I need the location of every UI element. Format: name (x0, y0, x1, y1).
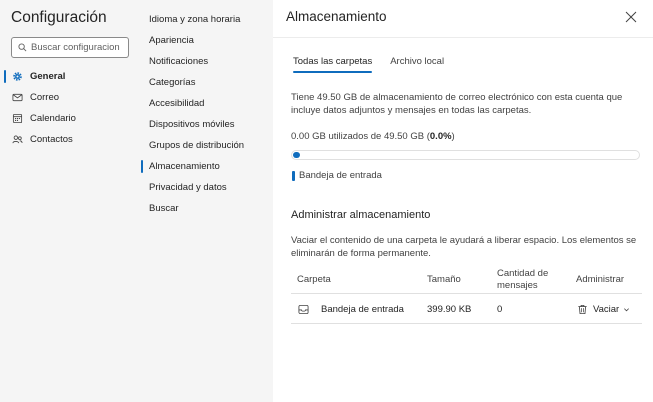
table-row: Bandeja de entrada 399.90 KB 0 Vaciar (291, 294, 642, 324)
subnav-item-almacenamiento[interactable]: Almacenamiento (136, 156, 273, 177)
subnav-item-categorias[interactable]: Categorías (136, 72, 273, 93)
settings-nav: General Correo Calendario Contactos (0, 66, 136, 150)
settings-title: Configuración (11, 9, 107, 26)
search-box[interactable] (11, 37, 129, 58)
search-input[interactable] (31, 42, 126, 53)
chevron-down-icon (624, 307, 630, 311)
storage-description: Tiene 49.50 GB de almacenamiento de corr… (291, 92, 623, 116)
header-folder: Carpeta (297, 274, 331, 285)
usage-prefix: 0.00 GB utilizados de 49.50 GB ( (291, 131, 430, 142)
legend-label: Bandeja de entrada (299, 170, 382, 181)
empty-folder-label: Vaciar (593, 303, 620, 315)
settings-subnav: Idioma y zona horaria Apariencia Notific… (136, 0, 273, 402)
search-icon (18, 43, 27, 52)
storage-tabs: Todas las carpetas Archivo local (293, 56, 462, 73)
empty-folder-button[interactable]: Vaciar (577, 294, 630, 324)
tab-archivo-local[interactable]: Archivo local (390, 56, 444, 72)
usage-text: 0.00 GB utilizados de 49.50 GB (0.0%) (291, 131, 455, 142)
header-count: Cantidad de mensajes (497, 268, 549, 291)
usage-suffix: ) (451, 131, 455, 142)
folder-count: 0 (497, 303, 503, 315)
nav-item-contactos[interactable]: Contactos (0, 129, 136, 150)
close-icon (625, 11, 637, 23)
manage-storage-title: Administrar almacenamiento (291, 209, 431, 221)
folder-icon-cell (298, 294, 309, 324)
inbox-icon (298, 304, 309, 314)
table-header: Carpeta Tamaño Cantidad de mensajes Admi… (291, 266, 642, 294)
usage-progress-bar (291, 150, 640, 160)
trash-icon (578, 304, 587, 314)
nav-item-label: Contactos (30, 134, 73, 145)
subnav-item-idioma[interactable]: Idioma y zona horaria (136, 9, 273, 30)
nav-item-label: Correo (30, 92, 60, 103)
header-size: Tamaño (427, 274, 461, 285)
usage-progress-fill (293, 152, 300, 158)
tab-todas-las-carpetas[interactable]: Todas las carpetas (293, 56, 373, 73)
subnav-item-accesibilidad[interactable]: Accesibilidad (136, 93, 273, 114)
usage-legend: Bandeja de entrada (292, 170, 382, 181)
folders-table: Carpeta Tamaño Cantidad de mensajes Admi… (291, 266, 642, 324)
mail-icon (12, 93, 23, 102)
subnav-item-privacidad[interactable]: Privacidad y datos (136, 177, 273, 198)
nav-item-general[interactable]: General (0, 66, 136, 87)
storage-panel: Almacenamiento Todas las carpetas Archiv… (273, 0, 653, 402)
subnav-item-buscar[interactable]: Buscar (136, 198, 273, 219)
page-title: Almacenamiento (286, 9, 387, 24)
header-manage: Administrar (576, 274, 625, 285)
close-button[interactable] (623, 9, 639, 25)
subnav-item-grupos[interactable]: Grupos de distribución (136, 135, 273, 156)
nav-item-label: General (30, 71, 66, 82)
usage-percent: 0.0% (429, 131, 452, 142)
settings-sidebar: Configuración General Correo Calendario … (0, 0, 136, 402)
legend-swatch (292, 170, 295, 181)
manage-storage-description: Vaciar el contenido de una carpeta le ay… (291, 235, 637, 259)
nav-item-calendario[interactable]: Calendario (0, 108, 136, 129)
header-divider (273, 37, 653, 38)
gear-icon (13, 72, 22, 81)
subnav-item-notificaciones[interactable]: Notificaciones (136, 51, 273, 72)
nav-item-correo[interactable]: Correo (0, 87, 136, 108)
people-icon (12, 135, 23, 144)
folder-size: 399.90 KB (427, 303, 472, 315)
subnav-item-dispositivos[interactable]: Dispositivos móviles (136, 114, 273, 135)
folder-name: Bandeja de entrada (321, 303, 404, 315)
calendar-icon (12, 113, 23, 124)
subnav-item-apariencia[interactable]: Apariencia (136, 30, 273, 51)
nav-item-label: Calendario (30, 113, 76, 124)
